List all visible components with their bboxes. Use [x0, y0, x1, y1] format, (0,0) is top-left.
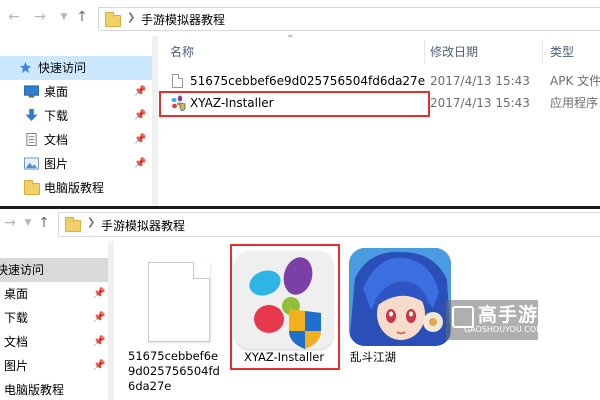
nav-pane-scrollbar[interactable] — [108, 241, 114, 400]
address-bar[interactable]: ❯ 手游模拟器教程 — [98, 7, 600, 31]
nav-pane-scrollbar[interactable] — [152, 36, 158, 206]
pin-icon[interactable]: 📌 — [134, 128, 146, 152]
pin-icon[interactable]: 📌 — [93, 330, 105, 354]
file-type: APK 文件 — [550, 74, 600, 88]
folder-icon — [65, 217, 81, 232]
pin-icon[interactable]: 📌 — [93, 354, 105, 378]
file-date: 2017/4/13 15:43 — [430, 96, 530, 110]
column-divider[interactable] — [424, 40, 425, 64]
column-header-name[interactable]: 名称 — [170, 40, 194, 64]
nav-item-pictures[interactable]: 图片 📌 — [0, 354, 108, 378]
document-icon — [26, 133, 37, 146]
navigation-pane: 快速访问 桌面 📌 下载 📌 文档 📌 图片 📌 电脑版教程 — [0, 241, 108, 400]
top-explorer-window: ← → ▼ ↑ ❯ 手游模拟器教程 快速访问 桌面 📌 下载 📌 文档 📌 图片… — [0, 0, 600, 206]
pin-icon[interactable]: 📌 — [134, 152, 146, 176]
file-name: 51675cebbef6e9d025756504fd6da27e — [190, 74, 426, 88]
pin-icon[interactable]: 📌 — [134, 80, 146, 104]
nav-item-quick-access[interactable]: 快速访问 — [0, 258, 108, 282]
nav-item-label: 电脑版教程 — [4, 383, 65, 397]
nav-item-documents[interactable]: 文档 📌 — [0, 128, 152, 152]
recent-locations-chevron-icon[interactable]: ▼ — [58, 10, 70, 24]
recent-locations-chevron-icon[interactable]: ▼ — [22, 216, 34, 230]
breadcrumb-item[interactable]: 手游模拟器教程 — [141, 11, 225, 28]
desktop-icon — [24, 85, 39, 98]
nav-item-label: 快速访问 — [0, 263, 45, 277]
nav-item-pictures[interactable]: 图片 📌 — [0, 152, 152, 176]
nav-item-label: 文档 — [4, 335, 29, 349]
nav-item-quick-access[interactable]: 快速访问 — [0, 56, 152, 80]
bottom-explorer-window: → ▼ ↑ ❯ 手游模拟器教程 快速访问 桌面 📌 下载 📌 文档 📌 图片 📌… — [0, 209, 600, 400]
nav-item-label: 桌面 — [4, 287, 29, 301]
nav-item-downloads[interactable]: 下载 📌 — [0, 306, 108, 330]
column-header-type[interactable]: 类型 — [550, 40, 574, 64]
column-header-date[interactable]: 修改日期 — [430, 40, 478, 64]
highlight-box — [159, 91, 430, 117]
nav-item-label: 快速访问 — [38, 61, 87, 75]
folder-icon — [105, 12, 121, 27]
forward-arrow-icon[interactable]: → — [32, 9, 48, 25]
pin-icon[interactable]: 📌 — [134, 104, 146, 128]
file-row[interactable]: 51675cebbef6e9d025756504fd6da27e 2017/4/… — [160, 70, 600, 92]
pin-icon[interactable]: 📌 — [93, 282, 105, 306]
navigation-pane: 快速访问 桌面 📌 下载 📌 文档 📌 图片 📌 电脑版教程 — [0, 36, 152, 206]
nav-item-label: 桌面 — [44, 85, 69, 99]
sort-ascending-icon: ⌃ — [286, 34, 295, 45]
up-arrow-icon[interactable]: ↑ — [74, 9, 90, 25]
nav-item-label: 下载 — [4, 311, 29, 325]
breadcrumb-chevron-icon[interactable]: ❯ — [87, 217, 95, 228]
watermark-subtitle: GAOSHOUYOU.COM — [464, 325, 544, 334]
address-bar[interactable]: ❯ 手游模拟器教程 — [58, 212, 600, 237]
file-type: 应用程序 — [550, 96, 599, 110]
folder-icon — [24, 180, 40, 195]
column-divider[interactable] — [542, 40, 543, 64]
tile-name: 51675cebbef6e 9d025756504fd 6da27e — [128, 349, 220, 393]
pin-icon[interactable]: 📌 — [93, 306, 105, 330]
breadcrumb-item[interactable]: 手游模拟器教程 — [101, 217, 185, 234]
file-date: 2017/4/13 15:43 — [430, 74, 530, 88]
highlight-box — [230, 244, 340, 370]
nav-item-label: 图片 — [4, 359, 29, 373]
forward-arrow-icon[interactable]: → — [2, 215, 18, 231]
nav-item-desktop[interactable]: 桌面 📌 — [0, 80, 152, 104]
site-watermark: 高手游 GAOSHOUYOU.COM — [446, 300, 543, 340]
watermark-title: 高手游 — [478, 304, 539, 326]
nav-item-documents[interactable]: 文档 📌 — [0, 330, 108, 354]
nav-item-desktop[interactable]: 桌面 📌 — [0, 282, 108, 306]
back-arrow-icon[interactable]: ← — [6, 9, 22, 25]
tile-name: 乱斗江湖 — [350, 350, 396, 364]
nav-item-pc-tutorial[interactable]: 电脑版教程 — [0, 176, 152, 200]
nav-item-downloads[interactable]: 下载 📌 — [0, 104, 152, 128]
breadcrumb-chevron-icon[interactable]: ❯ — [127, 12, 135, 23]
download-icon — [25, 109, 38, 122]
navigation-bar: ← → ▼ ↑ ❯ 手游模拟器教程 — [0, 0, 600, 36]
nav-item-label: 图片 — [44, 157, 69, 171]
blank-file-icon — [172, 74, 183, 88]
blank-file-icon — [148, 262, 210, 342]
nav-item-label: 文档 — [44, 133, 69, 147]
picture-icon — [24, 157, 39, 170]
star-icon — [19, 61, 32, 74]
game-app-icon — [349, 248, 451, 346]
nav-item-pc-tutorial[interactable]: 电脑版教程 — [0, 378, 108, 400]
nav-item-label: 下载 — [44, 109, 69, 123]
up-arrow-icon[interactable]: ↑ — [36, 215, 52, 231]
nav-item-label: 电脑版教程 — [44, 181, 105, 195]
